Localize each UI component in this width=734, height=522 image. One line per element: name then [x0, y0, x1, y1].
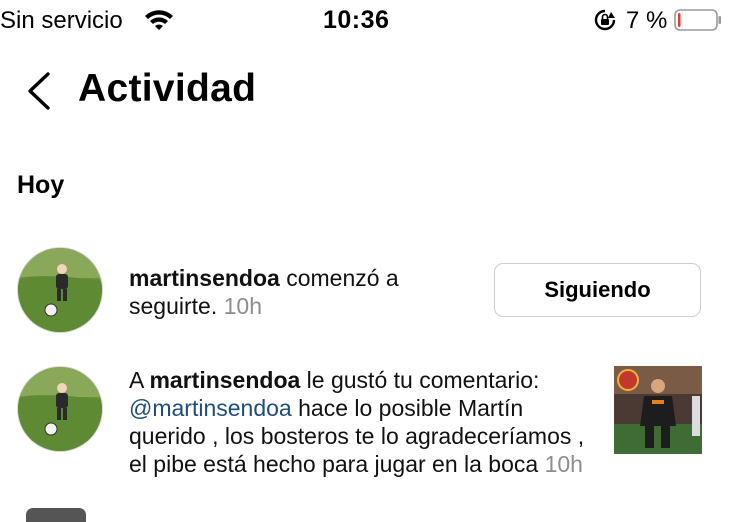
avatar[interactable] [17, 366, 103, 452]
back-chevron-icon[interactable] [22, 70, 58, 112]
battery-percent: 7 % [626, 7, 668, 34]
mention-link[interactable]: @martinsendoa [129, 395, 292, 421]
status-bar: Sin servicio 10:36 7 % [0, 0, 734, 40]
post-thumbnail[interactable] [614, 366, 702, 454]
wifi-icon [145, 10, 173, 30]
clock: 10:36 [323, 6, 390, 34]
username-link[interactable]: martinsendoa [129, 265, 280, 291]
avatar-photo [18, 367, 102, 451]
post-photo [614, 366, 702, 454]
page-title: Actividad [78, 67, 257, 110]
timestamp: 10h [223, 293, 262, 319]
carrier-label: Sin servicio [0, 7, 123, 34]
section-title-hoy: Hoy [17, 171, 65, 199]
following-button[interactable]: Siguiendo [494, 263, 701, 317]
notification-like-text: A martinsendoa le gustó tu comentario: @… [129, 366, 599, 478]
like-prefix: A [129, 367, 150, 393]
avatar-photo [18, 248, 102, 332]
avatar[interactable] [17, 247, 103, 333]
next-avatar-peek [26, 508, 86, 522]
battery-level-fill [678, 13, 681, 27]
rotation-lock-icon [594, 9, 616, 31]
header: Actividad [0, 60, 734, 120]
notification-follow-text: martinsendoa comenzó a seguirte. 10h [129, 264, 479, 320]
like-message: le gustó tu comentario: [300, 367, 540, 393]
timestamp: 10h [544, 451, 583, 477]
battery-icon [674, 9, 721, 31]
username-link[interactable]: martinsendoa [149, 367, 300, 393]
